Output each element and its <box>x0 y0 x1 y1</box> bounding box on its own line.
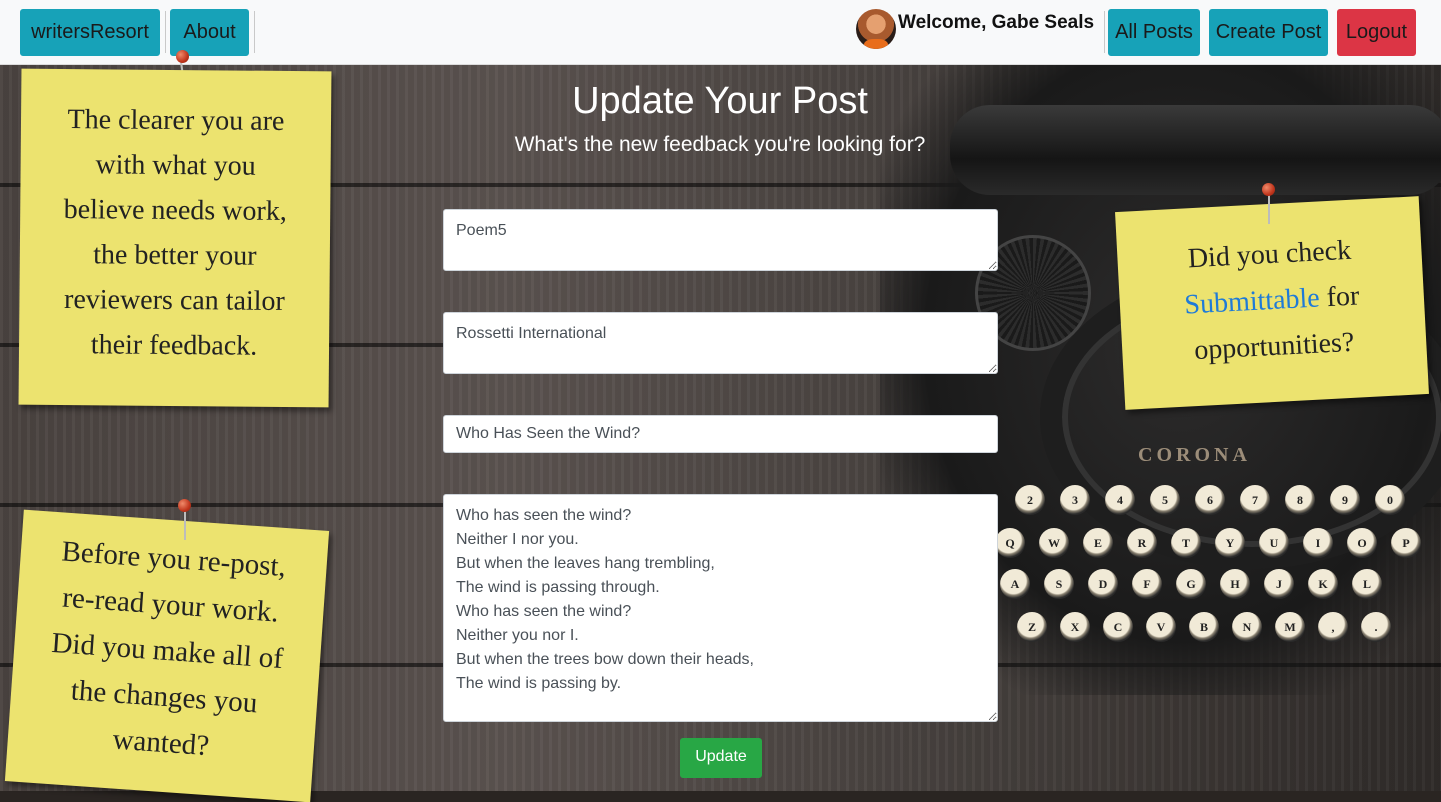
sticky-note-reread: Before you re-post, re-read your work. D… <box>4 509 330 802</box>
typewriter-platen <box>950 105 1441 195</box>
create-post-button[interactable]: Create Post <box>1209 9 1328 56</box>
typewriter-key: G <box>1176 569 1206 599</box>
typewriter-key: I <box>1303 528 1333 558</box>
typewriter-key: V <box>1146 612 1176 642</box>
typewriter-key: B <box>1189 612 1219 642</box>
typewriter-key: 0 <box>1375 485 1405 515</box>
typewriter-key: M <box>1275 612 1305 642</box>
note-word: for <box>1325 280 1361 314</box>
typewriter-key: F <box>1132 569 1162 599</box>
note-line: the better your <box>93 239 257 272</box>
typewriter-key: 6 <box>1195 485 1225 515</box>
typewriter-key: E <box>1083 528 1113 558</box>
nav-divider <box>1104 11 1105 53</box>
typewriter-key: C <box>1103 612 1133 642</box>
note-line: their feedback. <box>90 329 258 362</box>
typewriter-key: X <box>1060 612 1090 642</box>
typewriter-key: 9 <box>1330 485 1360 515</box>
avatar <box>856 9 896 49</box>
typewriter-key: A <box>1000 569 1030 599</box>
typewriter-key: O <box>1347 528 1377 558</box>
post-body-textarea[interactable]: Who has seen the wind? Neither I nor you… <box>443 494 998 722</box>
pushpin-icon <box>1262 183 1275 196</box>
typewriter-key: W <box>1039 528 1069 558</box>
typewriter-key: R <box>1127 528 1157 558</box>
page-title: Update Your Post <box>572 80 868 122</box>
typewriter-key: J <box>1264 569 1294 599</box>
typewriter-key: 7 <box>1240 485 1270 515</box>
navbar: writersResort About Welcome, Gabe Seals … <box>0 0 1441 65</box>
typewriter-key: 8 <box>1285 485 1315 515</box>
typewriter-key: 4 <box>1105 485 1135 515</box>
typewriter-key: U <box>1259 528 1289 558</box>
typewriter-key: 5 <box>1150 485 1180 515</box>
typewriter-key: K <box>1308 569 1338 599</box>
post-title-input[interactable] <box>443 415 998 453</box>
typewriter-key: S <box>1044 569 1074 599</box>
typewriter-brand: CORONA <box>1138 444 1251 466</box>
submittable-link[interactable]: Submittable <box>1184 283 1321 321</box>
typewriter-key: Z <box>1017 612 1047 642</box>
typewriter-key: H <box>1220 569 1250 599</box>
typewriter-key: . <box>1361 612 1391 642</box>
typewriter-key: 3 <box>1060 485 1090 515</box>
note-line: with what you <box>95 149 256 182</box>
page-subtitle: What's the new feedback you're looking f… <box>514 133 926 156</box>
welcome-text: Welcome, Gabe Seals <box>898 12 1095 33</box>
note-line: reviewers can tailor <box>63 284 285 317</box>
nav-divider <box>165 11 166 53</box>
note-line: believe needs work, <box>63 194 287 227</box>
post-field-1[interactable]: Poem5 <box>443 209 998 271</box>
typewriter-key: L <box>1352 569 1382 599</box>
sticky-note-clarity: The clearer you are with what you believ… <box>18 68 332 408</box>
typewriter-key: Y <box>1215 528 1245 558</box>
update-button[interactable]: Update <box>680 738 762 778</box>
post-field-2[interactable]: Rossetti International <box>443 312 998 374</box>
typewriter-key: Q <box>995 528 1025 558</box>
typewriter-key: D <box>1088 569 1118 599</box>
typewriter-key: 2 <box>1015 485 1045 515</box>
pushpin-icon <box>178 499 191 512</box>
sticky-note-submittable: Did you check Submittable for opportunit… <box>1115 196 1429 410</box>
typewriter-key: T <box>1171 528 1201 558</box>
typewriter-key: , <box>1318 612 1348 642</box>
typewriter-key: N <box>1232 612 1262 642</box>
pushpin-icon <box>176 50 189 63</box>
nav-divider <box>254 11 255 53</box>
logout-button[interactable]: Logout <box>1337 9 1416 56</box>
brand-button[interactable]: writersResort <box>20 9 160 56</box>
note-line: The clearer you are <box>67 104 285 137</box>
typewriter-key: P <box>1391 528 1421 558</box>
about-button[interactable]: About <box>170 9 249 56</box>
all-posts-button[interactable]: All Posts <box>1108 9 1200 56</box>
